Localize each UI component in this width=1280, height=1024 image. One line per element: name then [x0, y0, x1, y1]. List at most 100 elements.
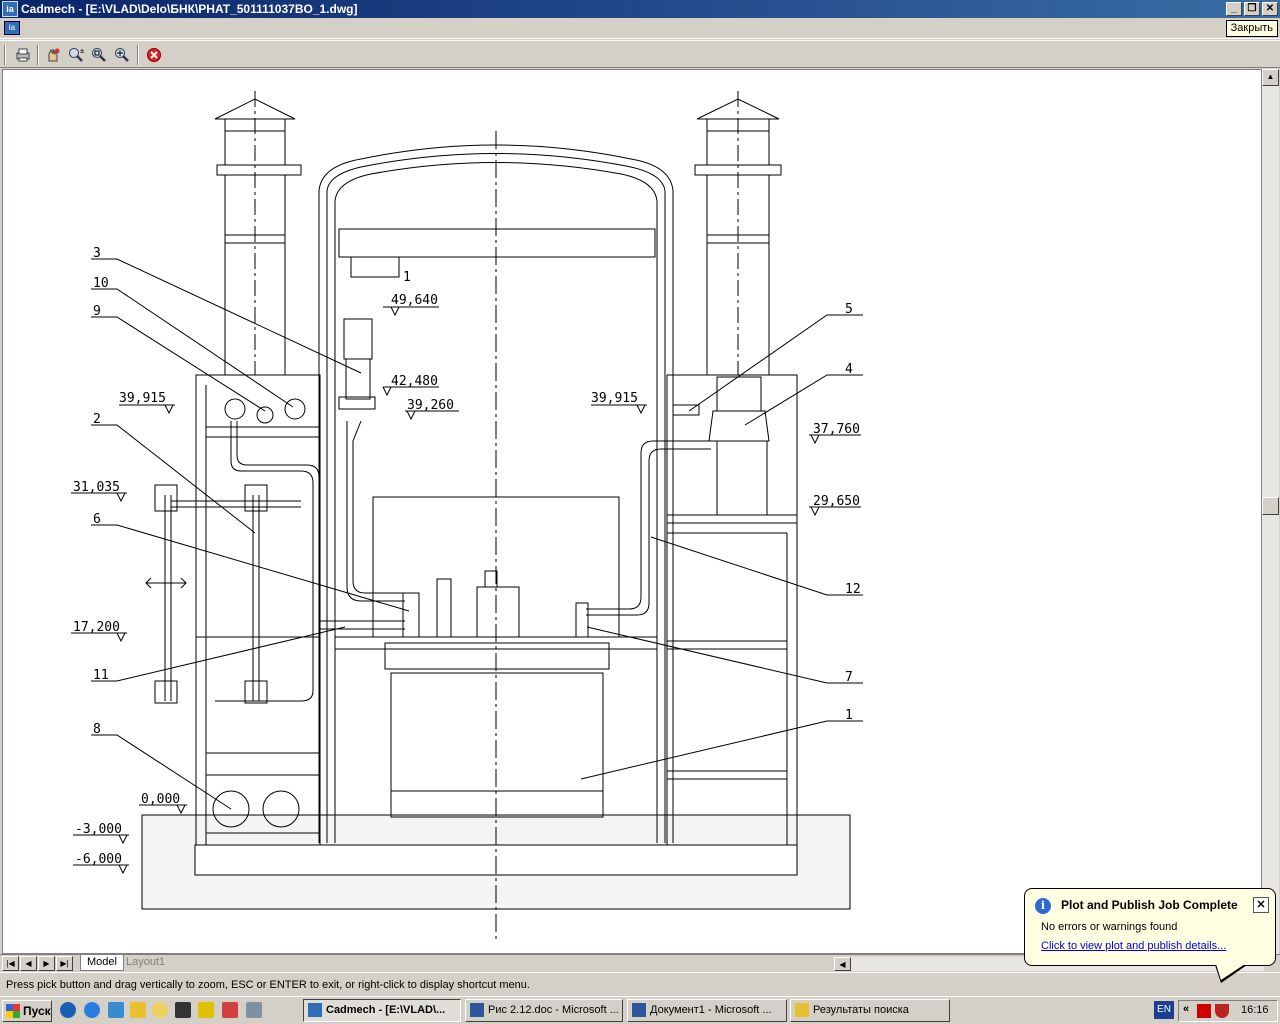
vertical-scrollbar[interactable]: ▲ [1262, 69, 1279, 954]
print-icon [16, 48, 30, 62]
elevation-39260: 39,260 [407, 398, 454, 413]
pan-icon [48, 48, 60, 62]
elevation-17200: 17,200 [73, 620, 120, 635]
tray-expand-icon[interactable]: « [1183, 1003, 1189, 1015]
task-label: Cadmech - [E:\VLAD\... [326, 1004, 446, 1016]
internet-explorer-icon[interactable] [84, 1002, 100, 1018]
callout-3: 3 [93, 246, 101, 261]
callout-8: 8 [93, 722, 101, 737]
valves-and-tanks [145, 376, 770, 828]
toolbar-separator [37, 45, 39, 65]
zoom-extents-button[interactable] [111, 45, 133, 65]
callout-10: 10 [93, 276, 109, 291]
elevation-39915-right: 39,915 [591, 391, 638, 406]
zoom-realtime-icon: ± [69, 47, 84, 62]
plot-preview-toolbar: ± [0, 40, 1280, 68]
scroll-left-icon[interactable]: ◀ [834, 957, 851, 971]
scroll-thumb[interactable] [1262, 497, 1279, 515]
tab-model[interactable]: Model [80, 955, 124, 971]
toolbar-separator [137, 45, 139, 65]
elevation-39915-left: 39,915 [119, 391, 166, 406]
close-preview-button[interactable] [143, 45, 165, 65]
callout-4: 4 [845, 362, 853, 377]
app-shortcut-icon[interactable] [246, 1002, 262, 1018]
show-desktop-icon[interactable] [108, 1002, 124, 1018]
callout-11: 11 [93, 668, 109, 683]
system-tray: « 16:16 [1178, 1000, 1278, 1022]
task-word-doc[interactable]: Рис 2.12.doc - Microsoft ... [465, 999, 623, 1022]
restore-button[interactable]: ❐ [1244, 2, 1260, 16]
elevation-minus-6000: -6,000 [75, 852, 122, 867]
callout-2: 2 [93, 412, 101, 427]
next-tab-icon[interactable]: ▶ [38, 956, 55, 971]
minimize-button[interactable]: _ [1226, 2, 1242, 16]
search-results-icon [795, 1003, 809, 1017]
pan-button[interactable] [42, 45, 64, 65]
task-cadmech[interactable]: Cadmech - [E:\VLAD\... [303, 999, 461, 1022]
menubar: ia Закрыть [0, 18, 1280, 39]
start-label: Пуск [23, 1004, 51, 1018]
start-button[interactable]: Пуск [2, 1000, 52, 1022]
callout-1: 1 [845, 708, 853, 723]
archive-icon[interactable] [198, 1002, 214, 1018]
leader-lines [91, 258, 863, 810]
clock[interactable]: 16:16 [1241, 1004, 1269, 1016]
window-titlebar[interactable]: ia Cadmech - [E:\VLAD\Delo\БНК\PHAT_5011… [0, 0, 1280, 18]
notification-message: No errors or warnings found [1041, 921, 1178, 933]
zoom-window-icon [92, 48, 106, 62]
last-tab-icon[interactable]: ▶| [56, 956, 73, 971]
crane-label: 1 [403, 270, 411, 285]
clock-app-icon[interactable] [152, 1002, 168, 1018]
toolbar-grip [4, 45, 6, 65]
elevation-49640: 49,640 [391, 293, 438, 308]
elevation-lines [71, 306, 861, 875]
info-icon: i [1035, 898, 1051, 914]
first-tab-icon[interactable]: |◀ [2, 956, 19, 971]
callout-9: 9 [93, 304, 101, 319]
plot-publish-notification[interactable]: i Plot and Publish Job Complete ✕ No err… [1024, 888, 1276, 983]
prev-tab-icon[interactable]: ◀ [20, 956, 37, 971]
zoom-extents-icon [115, 48, 129, 62]
callout-12: 12 [845, 582, 861, 597]
task-search-results[interactable]: Результаты поиска [790, 999, 950, 1022]
word-icon [470, 1003, 484, 1017]
close-window-button[interactable]: ✕ [1262, 2, 1278, 16]
task-label: Рис 2.12.doc - Microsoft ... [488, 1004, 619, 1016]
elevation-0000: 0,000 [141, 792, 180, 807]
right-ventilation-stack [694, 91, 782, 376]
antivirus-shield-icon[interactable] [1215, 1004, 1229, 1018]
task-label: Документ1 - Microsoft ... [650, 1004, 772, 1016]
document-icon[interactable]: ia [4, 21, 20, 35]
media-player-icon[interactable] [60, 1002, 76, 1018]
elevation-29650: 29,650 [813, 494, 860, 509]
right-annex [666, 374, 798, 846]
pipelines [164, 420, 711, 702]
adobe-icon[interactable] [222, 1002, 238, 1018]
reactor-building-drawing: 3 10 9 2 6 11 8 5 4 12 7 1 1 49,640 42,4… [71, 91, 863, 941]
window-title: Cadmech - [E:\VLAD\Delo\БНК\PHAT_5011110… [21, 2, 358, 16]
windows-logo-icon [6, 1004, 20, 1018]
elevation-31035: 31,035 [73, 480, 120, 495]
scroll-up-icon[interactable]: ▲ [1262, 69, 1279, 86]
kaspersky-icon[interactable] [1197, 1004, 1211, 1018]
elevation-minus-3000: -3,000 [75, 822, 122, 837]
callout-7: 7 [845, 670, 853, 685]
reactor-head-equipment [338, 318, 589, 638]
folder-icon[interactable] [130, 1002, 146, 1018]
plot-details-link[interactable]: Click to view plot and publish details..… [1041, 940, 1226, 952]
left-annex [195, 374, 321, 846]
zoom-window-button[interactable] [88, 45, 110, 65]
zoom-realtime-button[interactable]: ± [65, 45, 87, 65]
crane-trolley [350, 257, 400, 278]
polar-crane [338, 228, 656, 258]
plot-preview-canvas[interactable]: 3 10 9 2 6 11 8 5 4 12 7 1 1 49,640 42,4… [2, 69, 1262, 954]
tab-layout1[interactable]: Layout1 [120, 955, 171, 971]
task-word-document1[interactable]: Документ1 - Microsoft ... [627, 999, 787, 1022]
cadmech-task-icon [308, 1003, 322, 1017]
save-app-icon[interactable] [175, 1002, 191, 1018]
command-prompt-status: Press pick button and drag vertically to… [0, 972, 1280, 996]
print-button[interactable] [12, 45, 34, 65]
language-indicator[interactable]: EN [1154, 1001, 1174, 1019]
notification-close-button[interactable]: ✕ [1253, 897, 1269, 913]
callout-5: 5 [845, 302, 853, 317]
